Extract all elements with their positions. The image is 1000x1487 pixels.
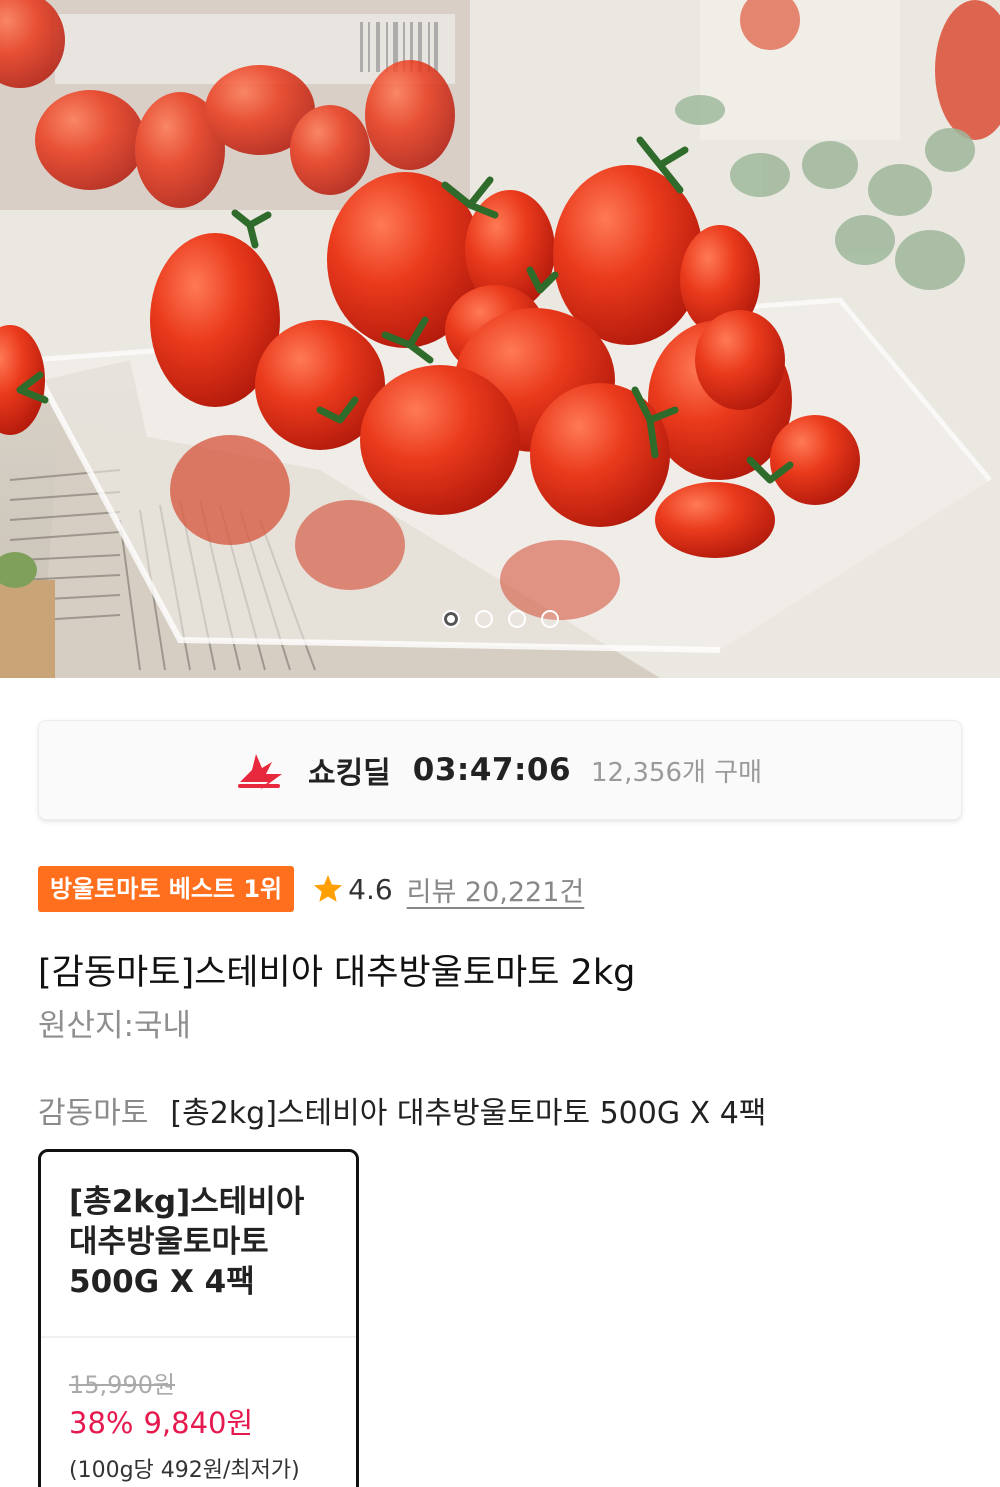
- option-card-title: [총2kg]스테비아 대추방울토마토 500G X 4팩: [69, 1184, 305, 1300]
- product-image-carousel[interactable]: [0, 0, 1000, 678]
- carousel-indicator[interactable]: [0, 610, 1000, 628]
- discount-percent: 38%: [69, 1406, 134, 1440]
- sale-price: 9,840원: [143, 1406, 254, 1440]
- unit-price: (100g당 492원/최저가): [69, 1458, 300, 1483]
- brand-name: 감동마토: [38, 1096, 149, 1131]
- shocking-deal-bar: 쇼킹딜 03:47:06 12,356개 구매: [38, 720, 962, 820]
- sale-price-row: 38% 9,840원: [69, 1400, 253, 1442]
- product-title: [감동마토]스테비아 대추방울토마토 2kg: [38, 953, 636, 993]
- card-divider: [41, 1336, 356, 1338]
- purchase-count: 12,356개 구매: [591, 757, 763, 788]
- carousel-dot-3[interactable]: [507, 610, 526, 628]
- selected-option-row: 감동마토 [총2kg]스테비아 대추방울토마토 500G X 4팩: [38, 1088, 766, 1132]
- deal-label: 쇼킹딜: [307, 756, 391, 791]
- original-price: 15,990원: [69, 1371, 176, 1399]
- deal-countdown-timer: 03:47:06: [412, 752, 572, 788]
- rating-value: 4.6: [348, 872, 393, 906]
- carousel-dot-4[interactable]: [540, 610, 559, 628]
- star-icon: [314, 875, 343, 902]
- product-origin: 원산지:국내: [38, 1008, 192, 1044]
- carousel-dot-2[interactable]: [474, 610, 493, 628]
- product-meta-row: 방울토마토 베스트 1위 4.6 리뷰 20,221건: [38, 866, 584, 912]
- review-count-link[interactable]: 리뷰 20,221건: [407, 870, 585, 909]
- carousel-dot-1[interactable]: [441, 610, 460, 628]
- selected-option-name: [총2kg]스테비아 대추방울토마토 500G X 4팩: [170, 1096, 767, 1131]
- option-card-selected[interactable]: [총2kg]스테비아 대추방울토마토 500G X 4팩 15,990원 38%…: [38, 1149, 359, 1487]
- shocking-deal-bolt-icon: [237, 754, 282, 790]
- product-photo: [0, 0, 1000, 678]
- best-ranking-badge: 방울토마토 베스트 1위: [38, 866, 295, 912]
